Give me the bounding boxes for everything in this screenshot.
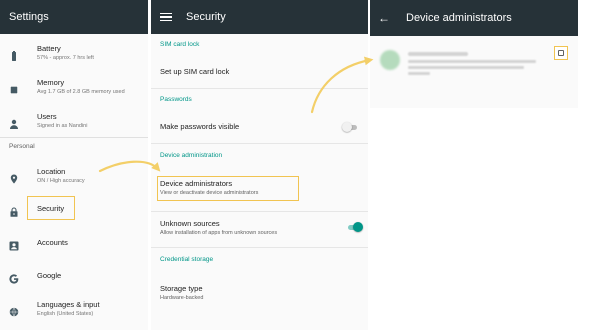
settings-item-summary: ON / High accuracy bbox=[37, 178, 85, 184]
security-highlight-box bbox=[27, 196, 75, 220]
setting-set-up-sim-card-lock[interactable]: Set up SIM card lock bbox=[160, 67, 229, 77]
category-passwords: Passwords bbox=[160, 96, 192, 103]
device-admins-app-bar: ← Device administrators bbox=[370, 0, 578, 36]
device-admin-list-item[interactable] bbox=[376, 46, 576, 80]
toggle-thumb bbox=[353, 222, 363, 232]
divider bbox=[151, 143, 368, 144]
divider bbox=[151, 88, 368, 89]
passwords-visible-toggle[interactable] bbox=[342, 122, 358, 132]
settings-item-label: Users bbox=[37, 112, 57, 121]
settings-item-google[interactable]: Google bbox=[0, 267, 148, 285]
settings-item-users[interactable]: Users Signed in as Nandini bbox=[0, 110, 148, 132]
security-app-bar: Security bbox=[151, 0, 368, 34]
category-credential-storage: Credential storage bbox=[160, 256, 214, 263]
settings-item-summary: Avg 1.7 GB of 2.8 GB memory used bbox=[37, 89, 125, 95]
setting-storage-type[interactable]: Storage type Hardware-backed bbox=[160, 284, 203, 302]
settings-screen: Settings Battery 57% - approx. 7 hrs lef… bbox=[0, 0, 148, 330]
settings-item-label: Accounts bbox=[37, 238, 68, 247]
setting-label: Storage type bbox=[160, 284, 203, 293]
settings-item-memory[interactable]: Memory Avg 1.7 GB of 2.8 GB memory used bbox=[0, 76, 148, 98]
device-admin-checkbox[interactable] bbox=[558, 50, 564, 56]
settings-item-summary: 57% - approx. 7 hrs left bbox=[37, 55, 94, 61]
settings-item-label: Memory bbox=[37, 78, 65, 87]
blurred-app-description bbox=[408, 72, 430, 75]
settings-app-bar: Settings bbox=[0, 0, 148, 34]
settings-item-label: Languages & input bbox=[37, 300, 100, 309]
setting-label: Unknown sources bbox=[160, 219, 220, 228]
settings-item-summary: Signed in as Nandini bbox=[37, 123, 88, 129]
globe-icon bbox=[9, 304, 19, 317]
back-arrow-icon[interactable]: ← bbox=[378, 12, 390, 24]
security-screen: Security SIM card lock Set up SIM card l… bbox=[151, 0, 368, 330]
section-header-personal: Personal bbox=[9, 143, 35, 150]
divider bbox=[151, 211, 368, 212]
settings-item-battery[interactable]: Battery 57% - approx. 7 hrs left bbox=[0, 42, 148, 64]
blurred-app-name bbox=[408, 52, 468, 56]
toggle-thumb bbox=[342, 122, 352, 132]
settings-item-accounts[interactable]: Accounts bbox=[0, 234, 148, 252]
location-pin-icon bbox=[9, 171, 19, 184]
device-admins-title: Device administrators bbox=[406, 12, 512, 24]
device-admin-checkbox-highlight bbox=[554, 46, 568, 60]
app-icon bbox=[380, 50, 400, 70]
person-icon bbox=[9, 116, 19, 129]
account-icon bbox=[9, 238, 19, 251]
blurred-app-description bbox=[408, 60, 536, 63]
memory-icon bbox=[9, 82, 19, 94]
setting-summary: Hardware-backed bbox=[160, 295, 204, 301]
security-title: Security bbox=[186, 11, 226, 23]
lock-icon bbox=[9, 204, 19, 217]
setting-label: Set up SIM card lock bbox=[160, 67, 230, 76]
device-administrators-highlight-box bbox=[157, 176, 299, 201]
settings-item-location[interactable]: Location ON / High accuracy bbox=[0, 165, 148, 187]
settings-item-label: Location bbox=[37, 167, 66, 176]
divider bbox=[151, 247, 368, 248]
settings-item-summary: English (United States) bbox=[37, 311, 94, 317]
category-device-administration: Device administration bbox=[160, 152, 223, 159]
unknown-sources-toggle[interactable] bbox=[347, 222, 363, 232]
category-sim-card-lock: SIM card lock bbox=[160, 41, 200, 48]
divider bbox=[0, 137, 148, 138]
device-administrators-screen: ← Device administrators bbox=[370, 0, 578, 108]
setting-unknown-sources[interactable]: Unknown sources Allow installation of ap… bbox=[160, 219, 277, 237]
setting-summary: Allow installation of apps from unknown … bbox=[160, 230, 278, 236]
google-icon bbox=[9, 271, 19, 284]
settings-title: Settings bbox=[9, 11, 49, 23]
setting-label: Make passwords visible bbox=[160, 122, 240, 131]
hamburger-menu-icon[interactable] bbox=[160, 12, 172, 22]
blurred-app-description bbox=[408, 66, 524, 69]
battery-icon bbox=[9, 48, 19, 61]
settings-item-label: Google bbox=[37, 271, 62, 280]
settings-item-languages[interactable]: Languages & input English (United States… bbox=[0, 298, 148, 320]
setting-make-passwords-visible[interactable]: Make passwords visible bbox=[160, 122, 239, 132]
settings-item-label: Battery bbox=[37, 44, 61, 53]
